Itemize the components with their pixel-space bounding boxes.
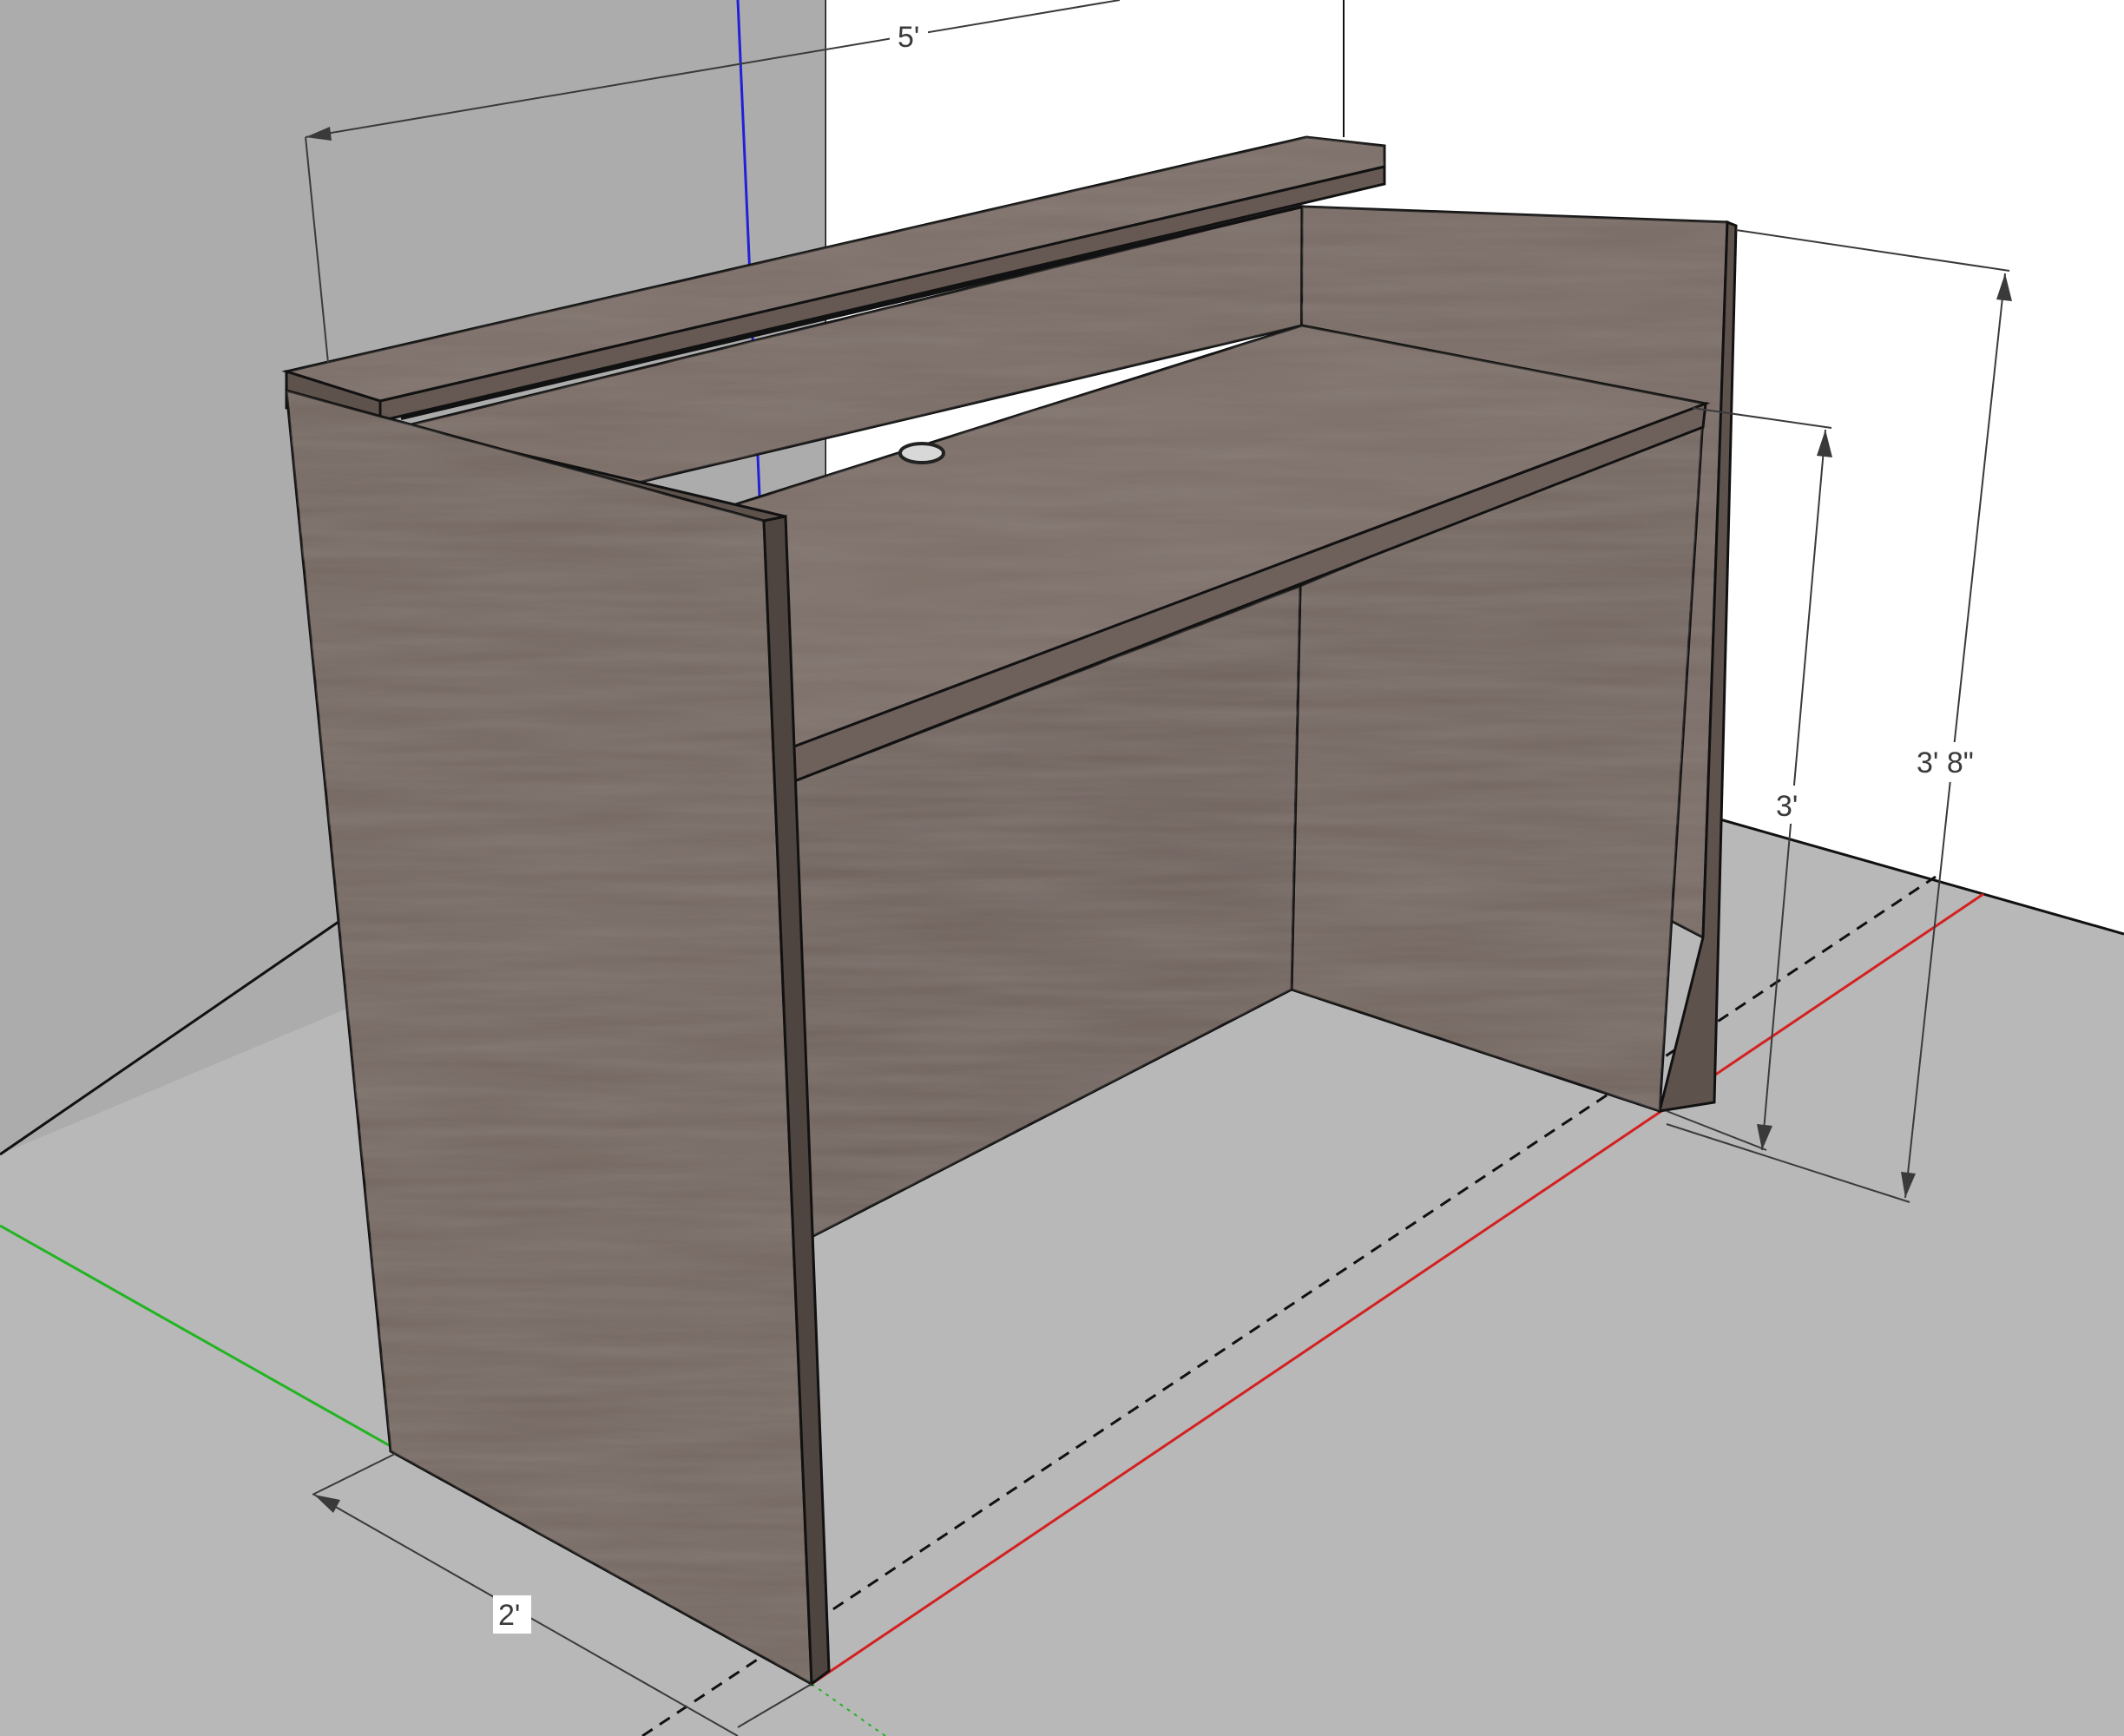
dimension-desk-height-label: 3'	[1776, 790, 1798, 823]
reception-desk-model[interactable]: 5' 3' 8" 3' 2'	[0, 0, 2124, 1736]
dimension-depth-label: 2'	[498, 1599, 520, 1632]
dimension-total-height-label: 3' 8"	[1917, 746, 1974, 779]
sketchup-viewport[interactable]: 5' 3' 8" 3' 2'	[0, 0, 2124, 1736]
dimension-width-label: 5'	[898, 21, 919, 54]
cable-grommet	[898, 442, 945, 464]
